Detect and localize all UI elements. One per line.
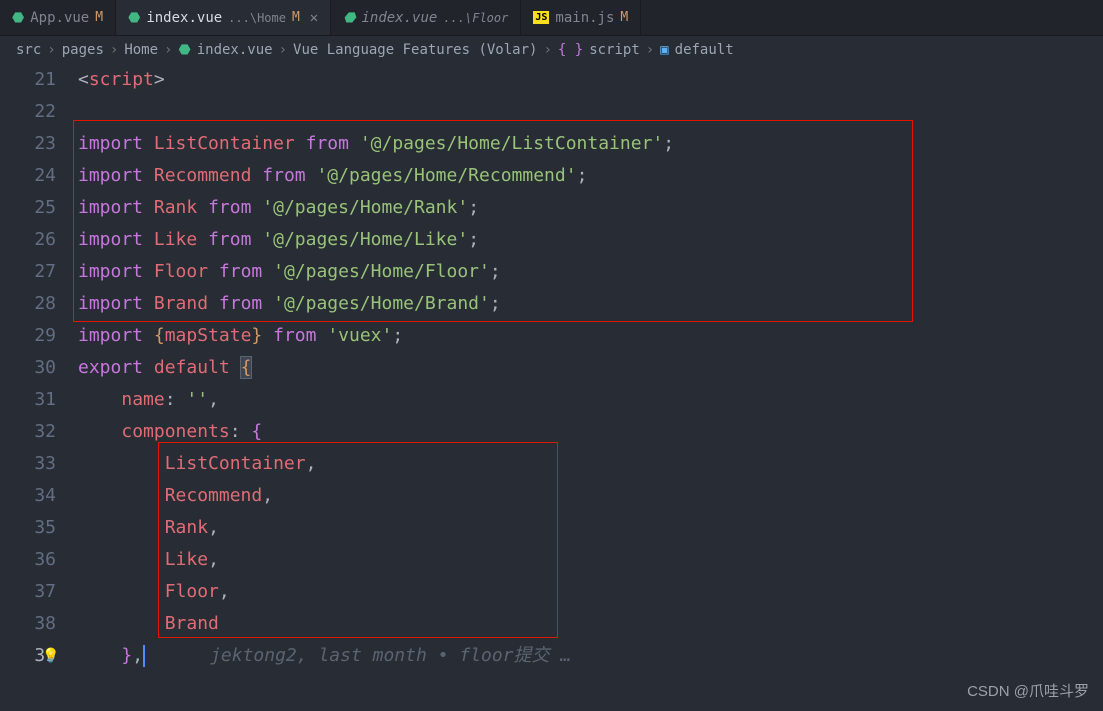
line-number: 38 — [0, 608, 56, 640]
vue-icon: ⬣ — [343, 10, 355, 26]
tab-path: ...\Floor — [443, 11, 508, 25]
code-line: import ListContainer from '@/pages/Home/… — [78, 128, 1103, 160]
module-icon: ▣ — [660, 42, 668, 58]
tab-index-floor[interactable]: ⬣ index.vue ...\Floor — [331, 0, 521, 35]
code-line: export default { — [78, 352, 1103, 384]
vue-icon: ⬣ — [12, 10, 24, 26]
line-number: 31 — [0, 384, 56, 416]
line-number: 32 — [0, 416, 56, 448]
line-number: 33 — [0, 448, 56, 480]
modified-indicator: M — [620, 10, 628, 25]
line-number: 35 — [0, 512, 56, 544]
line-number: 27 — [0, 256, 56, 288]
js-icon: JS — [533, 11, 549, 24]
tab-path: ...\Home — [228, 11, 286, 25]
line-number: 25 — [0, 192, 56, 224]
code-line: ListContainer, — [78, 448, 1103, 480]
line-number: 24 — [0, 160, 56, 192]
tab-main-js[interactable]: JS main.js M — [521, 0, 641, 35]
chevron-right-icon: › — [646, 42, 654, 58]
code-line: Rank, — [78, 512, 1103, 544]
line-number: 26 — [0, 224, 56, 256]
code-line: Like, — [78, 544, 1103, 576]
chevron-right-icon: › — [164, 42, 172, 58]
breadcrumb-item[interactable]: pages — [62, 42, 104, 58]
code-line: components: { — [78, 416, 1103, 448]
breadcrumb-item[interactable]: default — [675, 42, 734, 58]
code-line: import Like from '@/pages/Home/Like'; — [78, 224, 1103, 256]
text-cursor — [143, 645, 145, 667]
breadcrumb-item[interactable]: script — [589, 42, 640, 58]
modified-indicator: M — [95, 10, 103, 25]
breadcrumb[interactable]: src › pages › Home › ⬣ index.vue › Vue L… — [0, 36, 1103, 64]
braces-icon: { } — [558, 42, 583, 58]
chevron-right-icon: › — [543, 42, 551, 58]
breadcrumb-item[interactable]: Home — [124, 42, 158, 58]
breadcrumb-item[interactable]: Vue Language Features (Volar) — [293, 42, 537, 58]
chevron-right-icon: › — [110, 42, 118, 58]
line-number: 34 — [0, 480, 56, 512]
tab-label: index.vue — [146, 10, 222, 26]
vue-icon: ⬣ — [128, 10, 140, 26]
code-line: import Rank from '@/pages/Home/Rank'; — [78, 192, 1103, 224]
tab-label: App.vue — [30, 10, 89, 26]
code-line: Recommend, — [78, 480, 1103, 512]
code-line: Floor, — [78, 576, 1103, 608]
vue-icon: ⬣ — [178, 42, 190, 58]
tab-label: main.js — [555, 10, 614, 26]
code-line: }, jektong2, last month • floor提交 … — [78, 640, 1103, 672]
code-line: import Brand from '@/pages/Home/Brand'; — [78, 288, 1103, 320]
code-line: name: '', — [78, 384, 1103, 416]
code-area[interactable]: <script> import ListContainer from '@/pa… — [78, 64, 1103, 672]
breadcrumb-item[interactable]: src — [16, 42, 41, 58]
breadcrumb-item[interactable]: index.vue — [197, 42, 273, 58]
code-line: import Floor from '@/pages/Home/Floor'; — [78, 256, 1103, 288]
lightbulb-icon[interactable]: 💡 — [42, 648, 59, 664]
tab-label: index.vue — [361, 10, 437, 26]
tab-app-vue[interactable]: ⬣ App.vue M — [0, 0, 116, 35]
line-number: 37 — [0, 576, 56, 608]
watermark: CSDN @爪哇斗罗 — [967, 680, 1089, 701]
editor-tabs: ⬣ App.vue M ⬣ index.vue ...\Home M ✕ ⬣ i… — [0, 0, 1103, 36]
chevron-right-icon: › — [279, 42, 287, 58]
line-number: 36 — [0, 544, 56, 576]
code-editor[interactable]: 21 22 23 24 25 26 27 28 29 30 31 32 33 3… — [0, 64, 1103, 672]
line-gutter: 21 22 23 24 25 26 27 28 29 30 31 32 33 3… — [0, 64, 78, 672]
code-line: import Recommend from '@/pages/Home/Reco… — [78, 160, 1103, 192]
line-number: 23 — [0, 128, 56, 160]
tab-index-home[interactable]: ⬣ index.vue ...\Home M ✕ — [116, 0, 331, 35]
line-number: 22 — [0, 96, 56, 128]
git-blame-annotation: jektong2, last month • floor提交 … — [210, 645, 571, 666]
code-line: <script> — [78, 64, 1103, 96]
line-number: 28 — [0, 288, 56, 320]
line-number: 21 — [0, 64, 56, 96]
line-number: 29 — [0, 320, 56, 352]
line-number: 30 — [0, 352, 56, 384]
chevron-right-icon: › — [47, 42, 55, 58]
code-line — [78, 96, 1103, 128]
code-line: Brand — [78, 608, 1103, 640]
modified-indicator: M — [292, 10, 300, 25]
close-icon[interactable]: ✕ — [310, 10, 318, 26]
code-line: import {mapState} from 'vuex'; — [78, 320, 1103, 352]
